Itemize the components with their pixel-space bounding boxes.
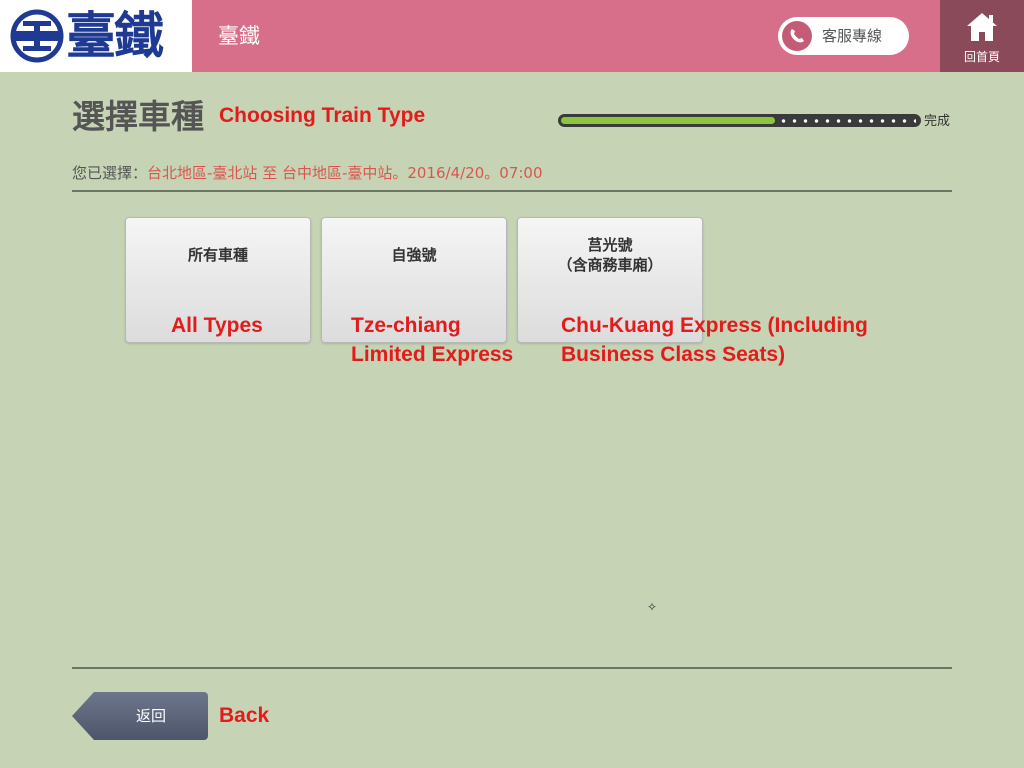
divider-bottom bbox=[72, 667, 952, 669]
annotation-chu-kuang-line1: Chu-Kuang Express (Including bbox=[561, 314, 868, 337]
annotation-tze-chiang-line1: Tze-chiang bbox=[351, 314, 461, 337]
header-title: 臺鐵 bbox=[218, 24, 260, 48]
selection-summary: 您已選擇：台北地區-臺北站 至 台中地區-臺中站。2016/4/20。07:00 bbox=[72, 163, 543, 183]
annotation-tze-chiang-line2: Limited Express bbox=[351, 343, 514, 366]
customer-service-label: 客服專線 bbox=[822, 27, 883, 45]
annotation-tze-chiang: Tze-chiang Limited Express bbox=[351, 311, 513, 369]
train-type-chu-kuang-label: 莒光號 bbox=[587, 236, 633, 254]
header-bar: 臺鐵 臺鐵 客服專線 回首頁 bbox=[0, 0, 1024, 72]
back-button[interactable]: 返回 bbox=[72, 692, 208, 740]
annotation-chu-kuang-line2: Business Class Seats) bbox=[561, 343, 786, 366]
home-label: 回首頁 bbox=[963, 50, 1000, 64]
annotation-page-title: Choosing Train Type bbox=[219, 104, 426, 127]
phone-icon bbox=[782, 21, 812, 51]
home-button[interactable]: 回首頁 bbox=[940, 0, 1024, 72]
progress-fill bbox=[561, 117, 775, 124]
annotation-chu-kuang: Chu-Kuang Express (Including Business Cl… bbox=[561, 311, 868, 369]
annotation-back: Back bbox=[219, 704, 270, 727]
logo-text: 臺鐵 bbox=[66, 6, 164, 65]
train-type-chu-kuang-sublabel: （含商務車廂） bbox=[557, 256, 663, 274]
train-type-all-label: 所有車種 bbox=[187, 246, 248, 264]
cursor-crosshair-icon: ✧ bbox=[647, 600, 658, 614]
logo[interactable]: 臺鐵 bbox=[0, 0, 192, 72]
annotation-all-types: All Types bbox=[171, 311, 263, 340]
back-button-label: 返回 bbox=[135, 707, 166, 725]
selection-label: 您已選擇： bbox=[72, 164, 148, 182]
customer-service-button[interactable]: 客服專線 bbox=[778, 17, 909, 55]
home-icon bbox=[967, 13, 997, 41]
page-title: 選擇車種 bbox=[72, 97, 204, 136]
taiwan-railway-logo-icon bbox=[10, 9, 64, 63]
progress-end-label: 完成 bbox=[924, 114, 951, 129]
divider-top bbox=[72, 190, 952, 192]
selection-value: 台北地區-臺北站 至 台中地區-臺中站。2016/4/20。07:00 bbox=[147, 164, 543, 182]
progress-remaining-dots bbox=[778, 119, 916, 123]
train-type-tze-chiang-label: 自強號 bbox=[391, 246, 437, 264]
app-root: 臺鐵 臺鐵 客服專線 回首頁 選擇車種 Choosing Train Type … bbox=[0, 0, 1024, 768]
annotation-all-types-text: All Types bbox=[171, 314, 263, 337]
